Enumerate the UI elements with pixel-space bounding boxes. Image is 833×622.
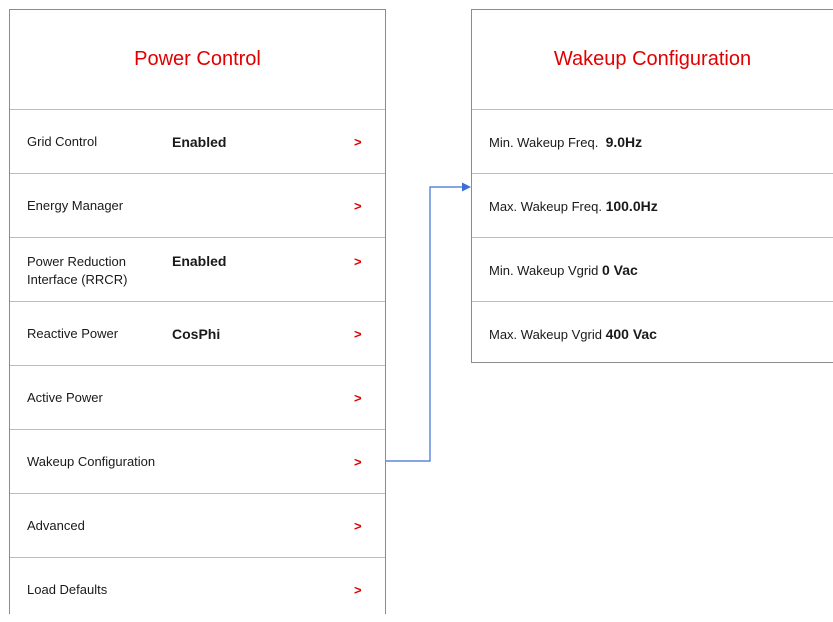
- chevron-right-icon[interactable]: >: [354, 454, 362, 469]
- menu-item-label: Grid Control: [27, 133, 98, 149]
- setting-row-max-wakeup-vgrid[interactable]: Max. Wakeup Vgrid 400 Vac: [472, 302, 833, 366]
- menu-item-reactive-power[interactable]: Reactive Power CosPhi >: [10, 302, 385, 366]
- chevron-right-icon[interactable]: >: [354, 198, 362, 213]
- menu-item-label: Energy Manager: [27, 197, 124, 213]
- setting-label-and-value: Min. Wakeup Vgrid 0 Vac: [489, 262, 638, 278]
- wakeup-configuration-panel: Wakeup Configuration Min. Wakeup Freq. 9…: [471, 9, 833, 363]
- menu-item-label: Power Reduction Interface (RRCR): [27, 254, 128, 287]
- chevron-right-icon[interactable]: >: [354, 390, 362, 405]
- setting-label: Max. Wakeup Vgrid: [489, 327, 602, 342]
- menu-item-wakeup-configuration[interactable]: Wakeup Configuration >: [10, 430, 385, 494]
- menu-item-label: Reactive Power: [27, 325, 119, 341]
- menu-item-grid-control[interactable]: Grid Control Enabled >: [10, 110, 385, 174]
- menu-item-advanced[interactable]: Advanced >: [10, 494, 385, 558]
- setting-label-and-value: Min. Wakeup Freq. 9.0Hz: [489, 134, 642, 150]
- setting-value: 100.0Hz: [605, 197, 658, 214]
- setting-value: 0 Vac: [601, 261, 638, 278]
- setting-label-and-value: Max. Wakeup Freq. 100.0Hz: [489, 198, 658, 214]
- chevron-right-icon[interactable]: >: [354, 583, 362, 598]
- menu-item-value: Enabled: [172, 133, 227, 150]
- connector-line: [386, 186, 463, 462]
- chevron-right-icon[interactable]: >: [354, 326, 362, 341]
- setting-label-and-value: Max. Wakeup Vgrid 400 Vac: [489, 326, 657, 342]
- chevron-right-icon[interactable]: >: [354, 518, 362, 533]
- wakeup-configuration-title: Wakeup Configuration: [472, 10, 833, 110]
- power-control-panel: Power Control Grid Control Enabled > Ene…: [9, 9, 386, 614]
- menu-item-label: Wakeup Configuration: [27, 453, 156, 469]
- setting-row-min-wakeup-vgrid[interactable]: Min. Wakeup Vgrid 0 Vac: [472, 238, 833, 302]
- menu-item-power-reduction-interface[interactable]: Power Reduction Interface (RRCR) Enabled…: [10, 238, 385, 302]
- setting-label: Max. Wakeup Freq.: [489, 198, 602, 214]
- setting-label: Min. Wakeup Freq.: [489, 134, 599, 150]
- setting-row-min-wakeup-freq[interactable]: Min. Wakeup Freq. 9.0Hz: [472, 110, 833, 174]
- menu-item-value: CosPhi: [172, 325, 221, 342]
- power-control-title: Power Control: [10, 10, 385, 110]
- menu-item-active-power[interactable]: Active Power >: [10, 366, 385, 430]
- menu-item-value: Enabled: [172, 253, 227, 269]
- arrow-right-icon: [462, 182, 471, 192]
- chevron-right-icon[interactable]: >: [354, 134, 362, 149]
- menu-item-energy-manager[interactable]: Energy Manager >: [10, 174, 385, 238]
- menu-item-label: Active Power: [27, 389, 103, 405]
- setting-value: 9.0Hz: [605, 133, 643, 150]
- setting-label: Min. Wakeup Vgrid: [489, 262, 599, 278]
- chevron-right-icon[interactable]: >: [354, 254, 362, 269]
- menu-item-load-defaults[interactable]: Load Defaults >: [10, 558, 385, 622]
- setting-value: 400 Vac: [605, 326, 657, 342]
- menu-item-label: Advanced: [27, 517, 85, 533]
- setting-row-max-wakeup-freq[interactable]: Max. Wakeup Freq. 100.0Hz: [472, 174, 833, 238]
- menu-item-label: Load Defaults: [27, 582, 108, 597]
